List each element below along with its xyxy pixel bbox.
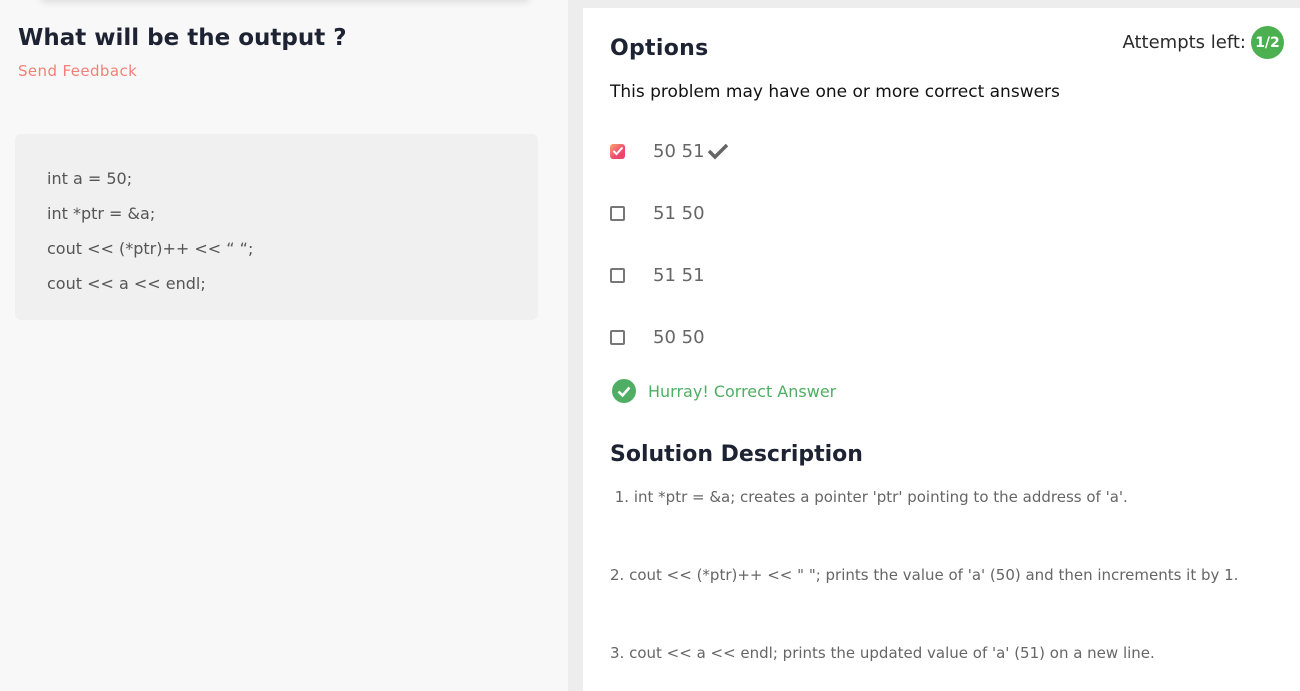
result-text: Hurray! Correct Answer xyxy=(648,381,837,401)
question-panel: What will be the output ? Send Feedback … xyxy=(0,0,568,691)
send-feedback-link[interactable]: Send Feedback xyxy=(18,62,137,80)
code-line: cout << (*ptr)++ << “ “; xyxy=(47,239,254,258)
option-label: 50 50 xyxy=(653,326,705,348)
code-line: int a = 50; xyxy=(47,169,133,188)
checkbox[interactable] xyxy=(610,329,625,345)
code-block: int a = 50; int *ptr = &a; cout << (*ptr… xyxy=(15,134,538,320)
solution-line: 3. cout << a << endl; prints the updated… xyxy=(610,644,1155,662)
solution-line: 1. int *ptr = &a; creates a pointer 'ptr… xyxy=(610,488,1128,506)
option-label: 51 51 xyxy=(653,264,705,286)
question-title: What will be the output ? xyxy=(18,25,347,51)
attempts-badge: 1/2 xyxy=(1251,26,1284,59)
option-4[interactable]: 50 50 xyxy=(610,323,705,351)
checkbox[interactable] xyxy=(610,205,625,221)
checkbox-checked[interactable] xyxy=(610,143,625,159)
option-2[interactable]: 51 50 xyxy=(610,199,705,227)
code-line: cout << a << endl; xyxy=(47,274,206,293)
solution-line: 2. cout << (*ptr)++ << " "; prints the v… xyxy=(610,566,1239,584)
check-mark-icon xyxy=(612,146,623,156)
code-line: int *ptr = &a; xyxy=(47,204,156,223)
instruction-text: This problem may have one or more correc… xyxy=(610,82,1060,102)
check-circle-icon xyxy=(612,379,636,403)
attempts-indicator: Attempts left: 1/2 xyxy=(1122,26,1284,59)
solution-title: Solution Description xyxy=(610,442,863,467)
correct-tick-icon xyxy=(707,142,729,160)
result-message: Hurray! Correct Answer xyxy=(612,379,836,403)
attempts-label: Attempts left: xyxy=(1122,32,1246,53)
option-label: 51 50 xyxy=(653,202,705,224)
options-title: Options xyxy=(610,36,709,61)
option-1[interactable]: 50 51 xyxy=(610,137,729,165)
option-label: 50 51 xyxy=(653,140,705,162)
options-panel: Options Attempts left: 1/2 This problem … xyxy=(583,8,1300,691)
option-3[interactable]: 51 51 xyxy=(610,261,705,289)
checkbox[interactable] xyxy=(610,267,625,283)
